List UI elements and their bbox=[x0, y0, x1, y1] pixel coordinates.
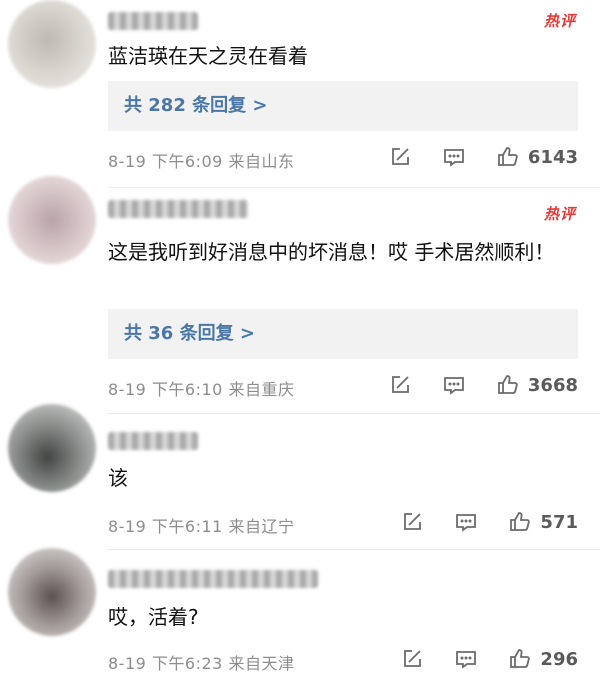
comment-time: 下午6:09 bbox=[151, 152, 223, 171]
avatar[interactable] bbox=[8, 176, 96, 264]
comment-icon[interactable] bbox=[442, 145, 466, 169]
username-blurred[interactable] bbox=[108, 570, 318, 588]
share-icon[interactable] bbox=[400, 647, 424, 671]
avatar[interactable] bbox=[8, 404, 96, 492]
thumbs-up-icon[interactable] bbox=[496, 145, 520, 169]
comment-text: 哎，活着? bbox=[108, 605, 199, 629]
comment-actions: 571 bbox=[400, 510, 578, 534]
share-icon[interactable] bbox=[400, 510, 424, 534]
like-count: 3668 bbox=[527, 374, 578, 396]
comment-time: 下午6:10 bbox=[151, 380, 223, 399]
username-blurred[interactable] bbox=[108, 200, 248, 218]
thumbs-up-icon[interactable] bbox=[508, 647, 532, 671]
comment-actions: 296 bbox=[400, 647, 578, 671]
comment-date: 8-19 bbox=[108, 517, 147, 536]
comment-location: 来自山东 bbox=[228, 152, 295, 171]
like-count: 6143 bbox=[527, 146, 578, 168]
comment-actions: 6143 bbox=[388, 145, 578, 169]
share-icon[interactable] bbox=[388, 145, 412, 169]
comment-date: 8-19 bbox=[108, 654, 147, 673]
view-replies-button[interactable]: 共 282 条回复 > bbox=[108, 81, 578, 131]
username-blurred[interactable] bbox=[108, 12, 198, 30]
comment-meta: 8-19 下午6:23 来自天津 bbox=[108, 650, 294, 674]
avatar[interactable] bbox=[8, 548, 96, 636]
comment-location: 来自重庆 bbox=[228, 380, 295, 399]
comment-meta: 8-19 下午6:11 来自辽宁 bbox=[108, 513, 294, 537]
comment-meta: 8-19 下午6:09 来自山东 bbox=[108, 148, 294, 172]
comment-location: 来自天津 bbox=[228, 654, 295, 673]
thumbs-up-icon[interactable] bbox=[496, 373, 520, 397]
divider bbox=[108, 549, 600, 550]
comment-icon[interactable] bbox=[454, 647, 478, 671]
thumbs-up-icon[interactable] bbox=[508, 510, 532, 534]
comment-actions: 3668 bbox=[388, 373, 578, 397]
divider bbox=[108, 187, 600, 188]
comment-time: 下午6:11 bbox=[151, 517, 223, 536]
comment-text: 该 bbox=[108, 466, 128, 490]
comment-text: 这是我听到好消息中的坏消息！哎 手术居然顺利！ bbox=[108, 240, 555, 264]
comment-icon[interactable] bbox=[454, 510, 478, 534]
view-replies-button[interactable]: 共 36 条回复 > bbox=[108, 309, 578, 359]
comment-icon[interactable] bbox=[442, 373, 466, 397]
comment-meta: 8-19 下午6:10 来自重庆 bbox=[108, 376, 294, 400]
hot-comment-badge: 热评 bbox=[543, 205, 576, 223]
comment-date: 8-19 bbox=[108, 152, 147, 171]
avatar[interactable] bbox=[8, 0, 96, 88]
comment-time: 下午6:23 bbox=[151, 654, 223, 673]
like-count: 571 bbox=[540, 511, 578, 533]
comment-date: 8-19 bbox=[108, 380, 147, 399]
share-icon[interactable] bbox=[388, 373, 412, 397]
comment-location: 来自辽宁 bbox=[228, 517, 295, 536]
username-blurred[interactable] bbox=[108, 432, 198, 450]
comment-text: 蓝洁瑛在天之灵在看着 bbox=[108, 44, 308, 68]
divider bbox=[108, 413, 600, 414]
like-count: 296 bbox=[540, 648, 578, 670]
hot-comment-badge: 热评 bbox=[543, 12, 576, 30]
